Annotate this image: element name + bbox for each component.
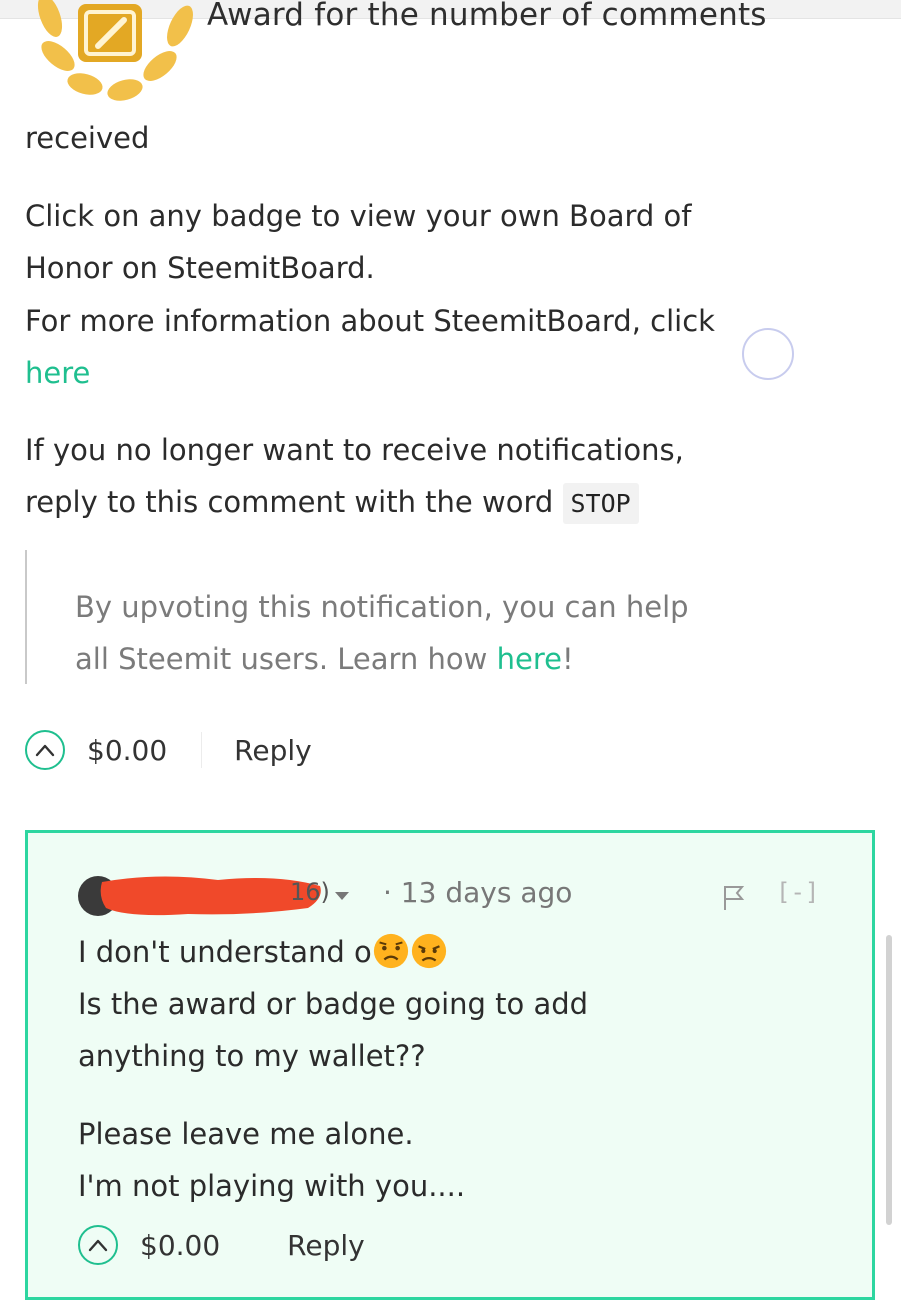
comment-line-4: Please leave me alone. xyxy=(78,1117,414,1151)
stop-keyword: STOP xyxy=(562,483,639,524)
quote-line-1: By upvoting this notification, you can h… xyxy=(75,590,689,624)
chevron-up-icon xyxy=(88,1239,108,1252)
body-line-3: For more information about SteemitBoard,… xyxy=(25,304,715,338)
chevron-down-icon[interactable] xyxy=(333,890,351,902)
post-actions: $0.00 Reply xyxy=(25,730,312,770)
divider xyxy=(201,732,203,768)
body-line-5-text: reply to this comment with the word xyxy=(25,485,554,519)
reply-link[interactable]: Reply xyxy=(287,1229,365,1262)
body-line-2: Honor on SteemitBoard. xyxy=(25,251,375,285)
comment-line-5: I'm not playing with you.... xyxy=(78,1169,466,1203)
upvote-help-link[interactable]: here xyxy=(497,642,562,676)
scrollbar[interactable] xyxy=(886,935,892,1225)
badge-caption-continued: received xyxy=(25,121,150,155)
more-info-link[interactable]: here xyxy=(25,347,90,399)
reply-link[interactable]: Reply xyxy=(234,734,312,767)
badge-caption: Award for the number of comments xyxy=(207,0,767,33)
body-line-1: Click on any badge to view your own Boar… xyxy=(25,199,692,233)
chevron-up-icon xyxy=(35,744,55,757)
payout-amount[interactable]: $0.00 xyxy=(140,1229,220,1262)
quote-line-2-suffix: ! xyxy=(561,642,574,676)
quote-line-2: all Steemit users. Learn how here! xyxy=(75,633,574,685)
angry-face-icon xyxy=(411,933,446,969)
blockquote-border xyxy=(25,550,27,684)
collapse-toggle[interactable]: [-] xyxy=(776,878,819,906)
loading-spinner xyxy=(742,328,794,380)
divider xyxy=(254,1227,255,1263)
comment-line-1-text: I don't understand o xyxy=(78,935,372,969)
flag-icon[interactable] xyxy=(721,884,747,912)
author-reputation: 16) xyxy=(290,878,330,906)
upvote-button[interactable] xyxy=(78,1225,118,1265)
comment-line-3: anything to my wallet?? xyxy=(78,1039,426,1073)
reply-actions: $0.00 Reply xyxy=(78,1225,365,1265)
laurel-pencil-badge-icon[interactable] xyxy=(20,0,200,106)
comment-line-2: Is the award or badge going to add xyxy=(78,987,589,1021)
quote-line-2-text: all Steemit users. Learn how xyxy=(75,642,497,676)
worried-face-icon xyxy=(373,933,408,969)
body-line-5: reply to this comment with the word STOP xyxy=(25,476,639,530)
upvote-button[interactable] xyxy=(25,730,65,770)
comment-line-1: I don't understand o xyxy=(78,926,448,978)
comment-timestamp[interactable]: · 13 days ago xyxy=(383,876,572,909)
body-line-4: If you no longer want to receive notific… xyxy=(25,433,684,467)
payout-amount[interactable]: $0.00 xyxy=(87,734,167,767)
